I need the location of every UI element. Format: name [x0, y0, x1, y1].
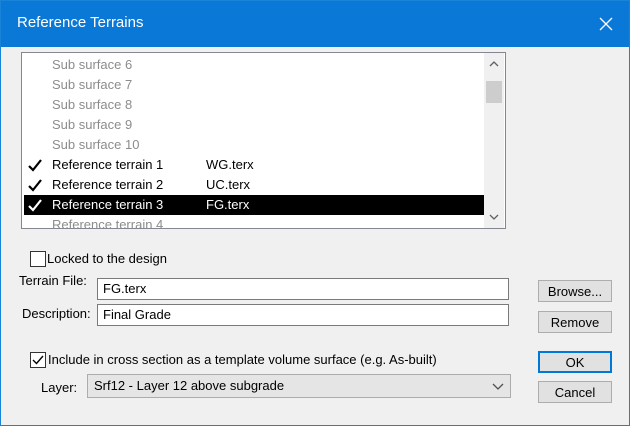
- list-item[interactable]: Sub surface 6: [24, 55, 484, 75]
- list-item-name: Reference terrain 3: [52, 197, 164, 212]
- list-item[interactable]: Sub surface 10: [24, 135, 484, 155]
- list-item-name: Reference terrain 1: [52, 157, 164, 172]
- description-field[interactable]: Final Grade: [97, 304, 509, 326]
- chevron-down-icon: [492, 383, 504, 390]
- list-item[interactable]: Reference terrain 4: [24, 215, 484, 229]
- remove-button[interactable]: Remove: [538, 311, 612, 333]
- list-item[interactable]: Sub surface 9: [24, 115, 484, 135]
- list-item-name: Sub surface 9: [52, 117, 133, 132]
- description-label: Description:: [22, 306, 91, 321]
- list-item[interactable]: Sub surface 8: [24, 95, 484, 115]
- list-scrollbar[interactable]: [484, 53, 504, 228]
- list-item-file: WG.terx: [206, 157, 254, 172]
- include-label: Include in cross section as a template v…: [48, 352, 437, 367]
- list-item[interactable]: Reference terrain 1 WG.terx: [24, 155, 484, 175]
- list-item-name: Sub surface 7: [52, 77, 133, 92]
- title-bar[interactable]: Reference Terrains: [1, 1, 629, 47]
- scroll-up-button[interactable]: [484, 55, 504, 73]
- list-item-file: FG.terx: [206, 197, 250, 212]
- reference-terrains-dialog: Reference Terrains Reference terrain 4 Re…: [0, 0, 630, 426]
- list-item[interactable]: Reference terrain 2 UC.terx: [24, 175, 484, 195]
- checkmark-icon: [32, 355, 44, 365]
- layer-label: Layer:: [41, 380, 78, 395]
- checkmark-icon: [26, 175, 44, 195]
- browse-button[interactable]: Browse...: [538, 280, 612, 302]
- include-checkbox[interactable]: [30, 352, 46, 368]
- list-item-name: Sub surface 6: [52, 57, 133, 72]
- list-item-name: Sub surface 10: [52, 137, 140, 152]
- list-item-name: Sub surface 8: [52, 97, 133, 112]
- list-item[interactable]: Reference terrain 3 FG.terx: [24, 195, 484, 215]
- chevron-down-icon: [489, 214, 499, 220]
- terrain-file-field[interactable]: FG.terx: [97, 278, 509, 300]
- terrain-list[interactable]: Reference terrain 4 Reference terrain 3 FG…: [21, 52, 506, 229]
- layer-select[interactable]: Srf12 - Layer 12 above subgrade: [87, 374, 511, 398]
- scroll-down-button[interactable]: [484, 208, 504, 226]
- checkmark-icon: [26, 195, 44, 215]
- window-title: Reference Terrains: [17, 14, 144, 31]
- chevron-up-icon: [489, 61, 499, 67]
- locked-label: Locked to the design: [47, 251, 167, 266]
- cancel-button[interactable]: Cancel: [538, 381, 612, 403]
- terrain-file-label: Terrain File:: [19, 273, 87, 288]
- locked-checkbox[interactable]: [30, 251, 46, 267]
- close-icon: [599, 17, 613, 31]
- close-button[interactable]: [583, 1, 629, 47]
- list-item[interactable]: Sub surface 7: [24, 75, 484, 95]
- list-item-file: UC.terx: [206, 177, 251, 192]
- list-item-name: Reference terrain 2: [52, 177, 164, 192]
- ok-button[interactable]: OK: [538, 351, 612, 373]
- layer-select-value: Srf12 - Layer 12 above subgrade: [94, 378, 285, 393]
- scroll-thumb[interactable]: [486, 81, 502, 103]
- list-item-name: Reference terrain 4: [52, 217, 164, 229]
- checkmark-icon: [26, 155, 44, 175]
